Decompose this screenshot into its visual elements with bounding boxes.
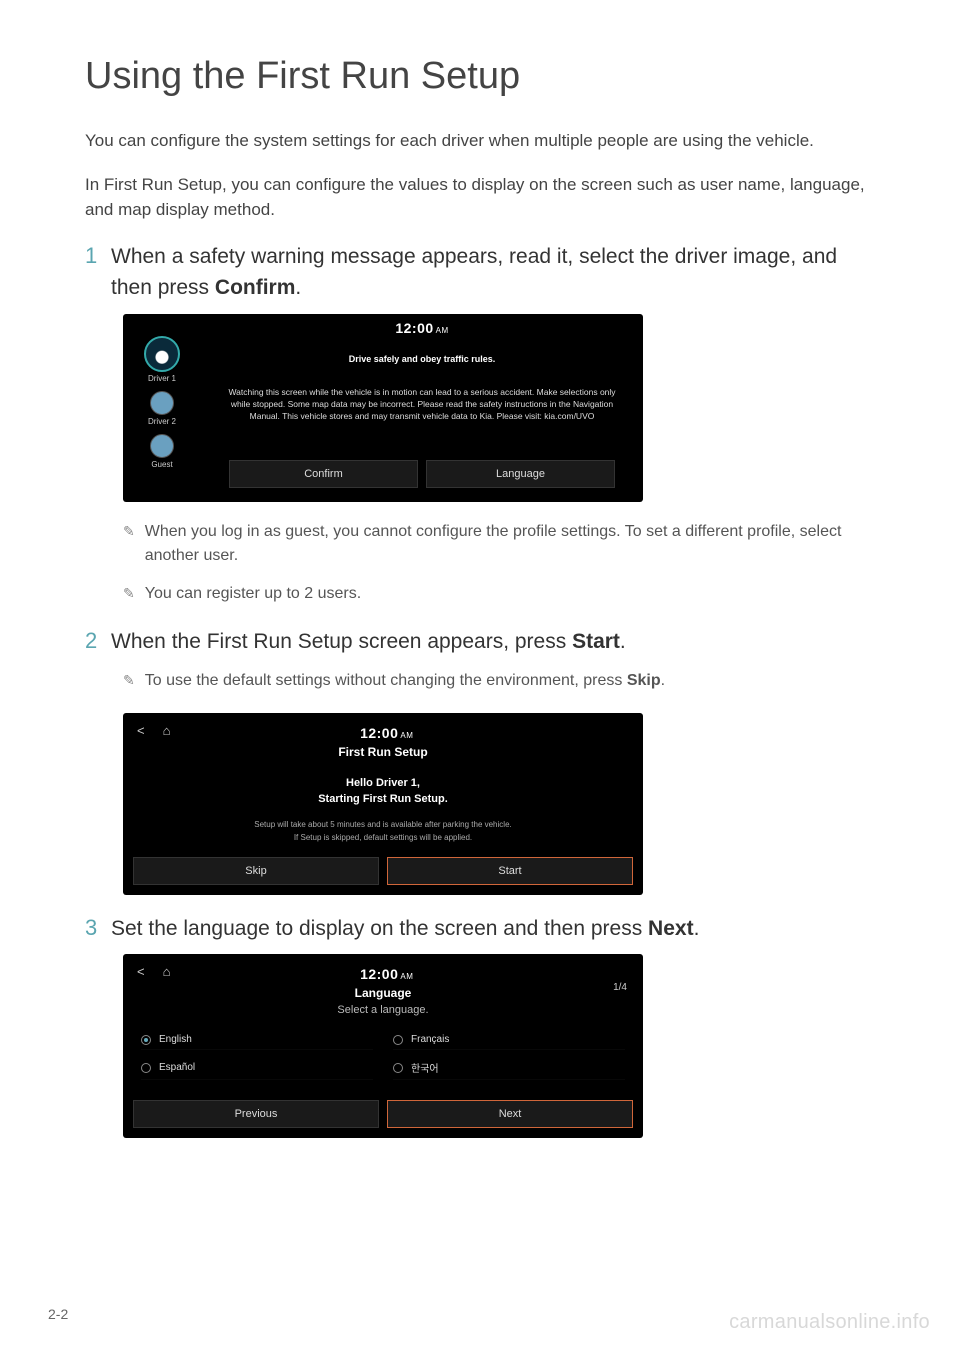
screenshot-first-run: < ⌂ 12:00AM First Run Setup Hello Driver… — [123, 713, 643, 895]
warning-heading: Drive safely and obey traffic rules. — [219, 354, 625, 364]
next-button[interactable]: Next — [387, 1100, 633, 1128]
lang-option-francais[interactable]: Français — [393, 1030, 625, 1050]
clock: 12:00AM — [219, 314, 625, 336]
guest-label: Guest — [151, 460, 172, 469]
setup-note-2: If Setup is skipped, default settings wi… — [163, 832, 603, 845]
pencil-icon: ✎ — [123, 669, 135, 691]
driver1-label: Driver 1 — [148, 374, 176, 383]
driver2-avatar[interactable] — [150, 391, 174, 415]
note-guest: When you log in as guest, you cannot con… — [145, 520, 880, 568]
confirm-button[interactable]: Confirm — [229, 460, 418, 488]
step-2-text: When the First Run Setup screen appears,… — [111, 626, 626, 658]
pencil-icon: ✎ — [123, 520, 135, 542]
language-button[interactable]: Language — [426, 460, 615, 488]
pencil-icon: ✎ — [123, 582, 135, 604]
skip-button[interactable]: Skip — [133, 857, 379, 885]
lang-option-korean[interactable]: 한국어 — [393, 1056, 625, 1080]
radio-icon — [141, 1063, 151, 1073]
radio-icon — [141, 1035, 151, 1045]
screen-subtitle: Select a language. — [123, 1000, 643, 1016]
step-3-number: 3 — [85, 913, 111, 945]
page-number: 2-2 — [48, 1306, 68, 1322]
step-3-text: Set the language to display on the scree… — [111, 913, 699, 945]
warning-body: Watching this screen while the vehicle i… — [219, 386, 625, 423]
radio-icon — [393, 1035, 403, 1045]
screenshot-safety-warning: Driver 1 Driver 2 Guest 12:00AM Drive sa… — [123, 314, 643, 502]
page-title: Using the First Run Setup — [85, 55, 880, 98]
back-icon[interactable]: < — [137, 964, 145, 979]
screen-title: First Run Setup — [123, 741, 643, 759]
lang-option-espanol[interactable]: Español — [141, 1056, 373, 1080]
step-2-number: 2 — [85, 626, 111, 658]
setup-note-1: Setup will take about 5 minutes and is a… — [163, 819, 603, 832]
watermark: carmanualsonline.info — [729, 1311, 930, 1334]
driver2-label: Driver 2 — [148, 417, 176, 426]
step-1-text: When a safety warning message appears, r… — [111, 241, 880, 304]
intro-paragraph-2: In First Run Setup, you can configure th… — [85, 172, 880, 223]
starting-text: Starting First Run Setup. — [163, 793, 603, 805]
previous-button[interactable]: Previous — [133, 1100, 379, 1128]
screen-title: Language — [123, 982, 643, 1000]
screenshot-language: < ⌂ 12:00AM Language 1/4 Select a langua… — [123, 954, 643, 1138]
driver1-avatar[interactable] — [144, 336, 180, 372]
hello-text: Hello Driver 1, — [163, 777, 603, 789]
intro-paragraph-1: You can configure the system settings fo… — [85, 128, 880, 154]
step-2: 2 When the First Run Setup screen appear… — [85, 626, 880, 658]
radio-icon — [393, 1063, 403, 1073]
step-1-number: 1 — [85, 241, 111, 304]
note-register: You can register up to 2 users. — [145, 582, 361, 606]
pager: 1/4 — [613, 982, 627, 993]
back-icon[interactable]: < — [137, 723, 145, 738]
guest-avatar[interactable] — [150, 434, 174, 458]
clock: 12:00AM — [144, 960, 629, 982]
start-button[interactable]: Start — [387, 857, 633, 885]
note-skip: To use the default settings without chan… — [145, 669, 665, 693]
step-1: 1 When a safety warning message appears,… — [85, 241, 880, 304]
step-2-notes: ✎ To use the default settings without ch… — [123, 669, 880, 693]
step-3: 3 Set the language to display on the scr… — [85, 913, 880, 945]
driver-selector: Driver 1 Driver 2 Guest — [123, 314, 201, 502]
clock: 12:00AM — [144, 719, 629, 741]
lang-option-english[interactable]: English — [141, 1030, 373, 1050]
step-1-notes: ✎ When you log in as guest, you cannot c… — [123, 520, 880, 606]
